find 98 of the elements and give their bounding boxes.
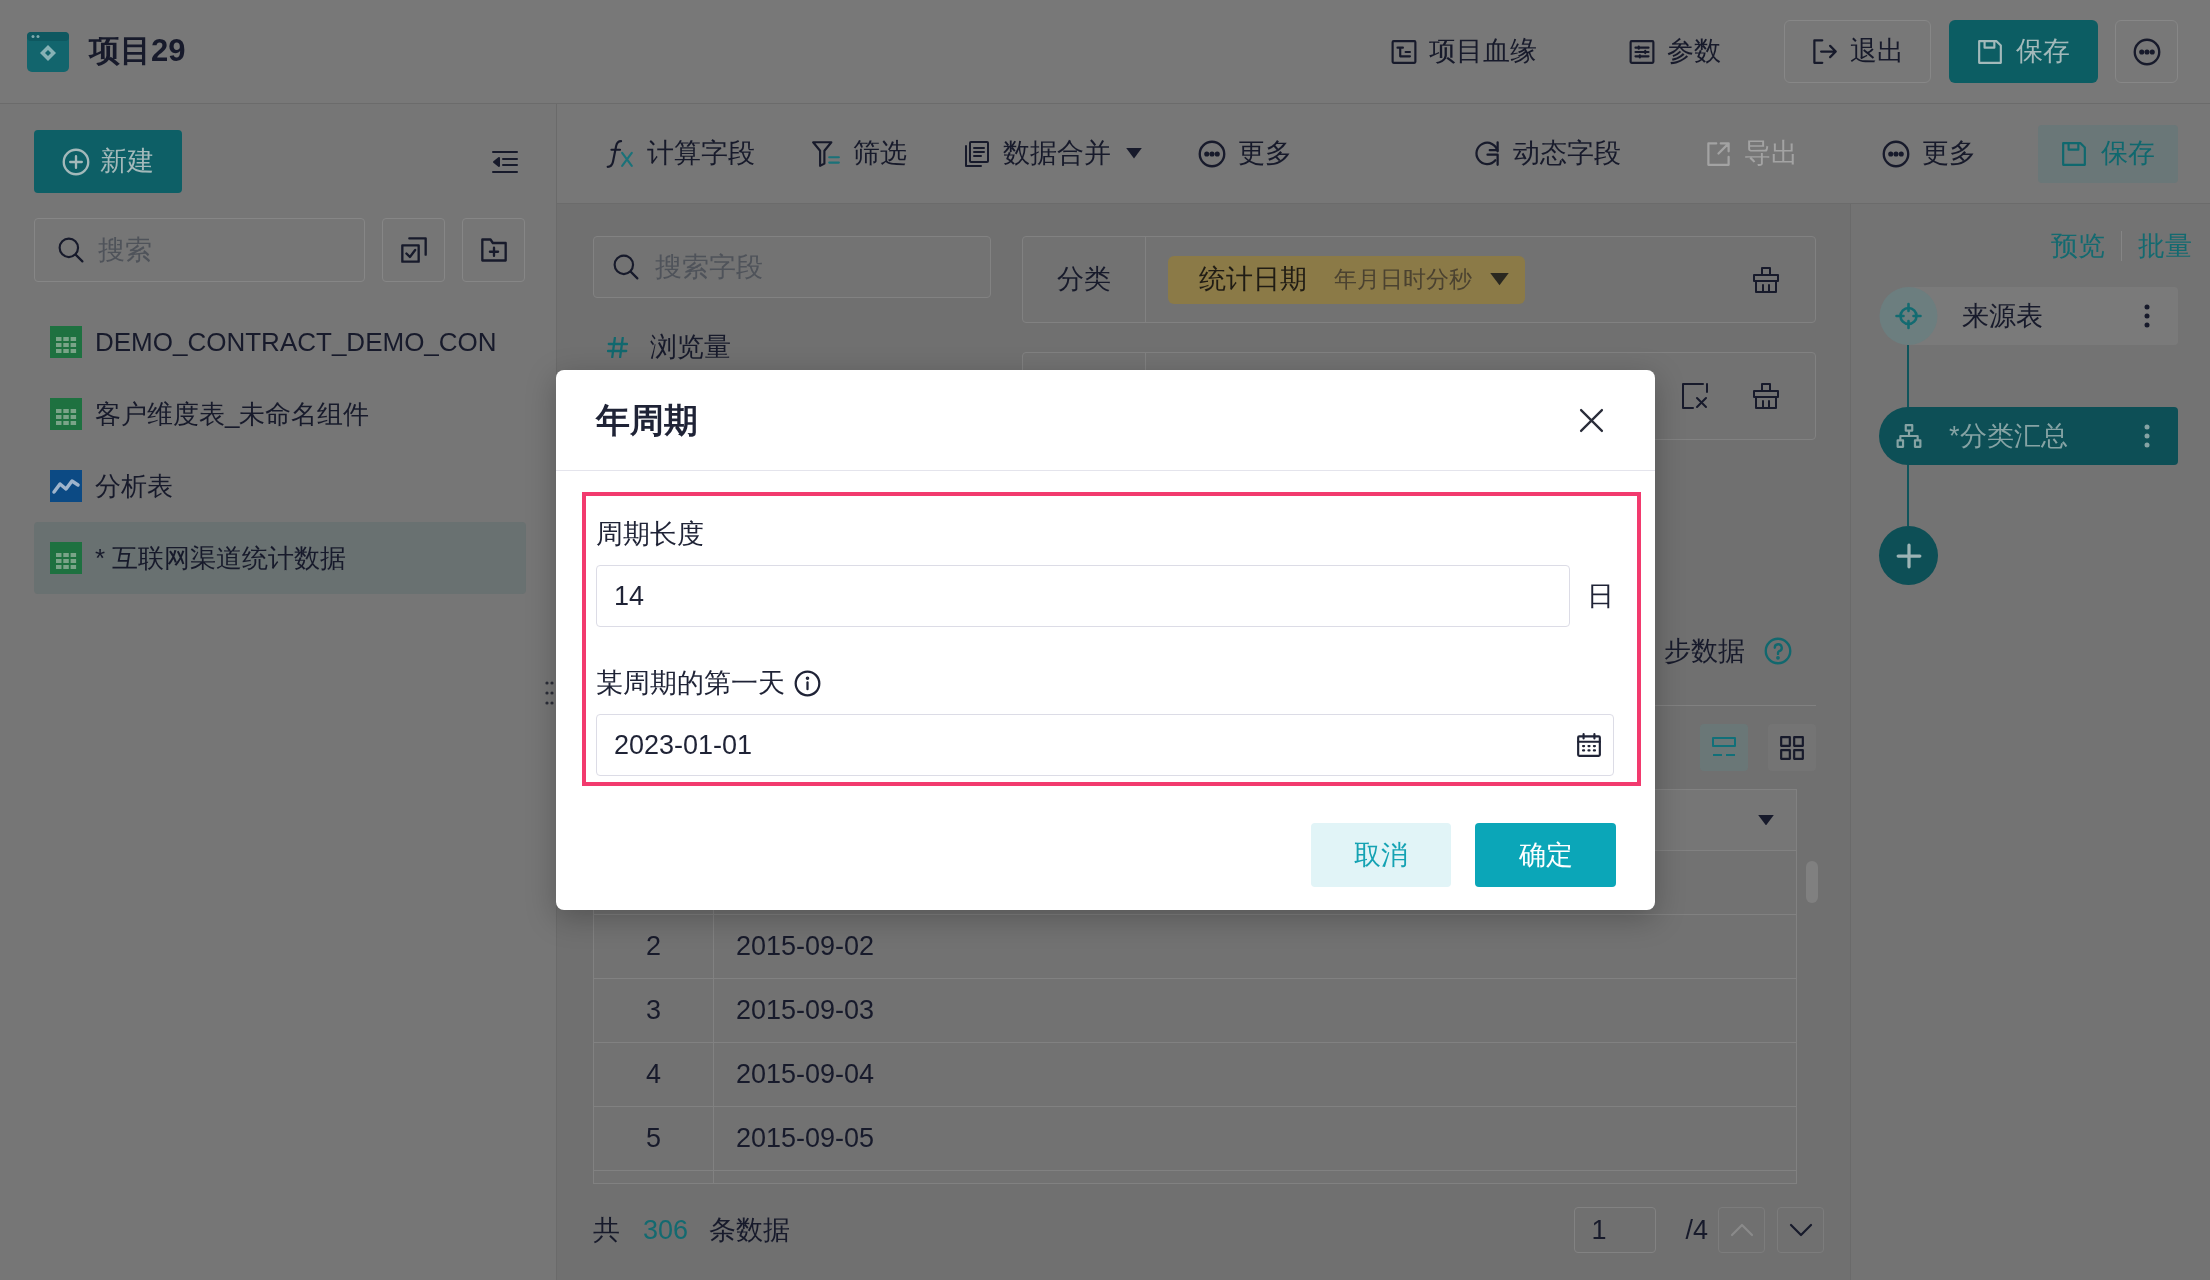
more-button[interactable]: 更多 <box>1198 133 1292 174</box>
table-icon <box>50 326 82 358</box>
document-icon <box>963 139 991 168</box>
caret-icon <box>1490 273 1509 286</box>
new-button[interactable]: 新建 <box>34 130 182 193</box>
dynamic-field-button[interactable]: 动态字段 <box>1474 133 1621 174</box>
table-cell: 5 <box>594 1107 714 1170</box>
checkbox-icon <box>399 236 428 264</box>
date-input[interactable]: 2023-01-01 <box>596 714 1614 776</box>
save-icon <box>1977 38 2003 65</box>
function-icon <box>605 138 635 169</box>
hash-icon <box>607 336 628 358</box>
page-input[interactable]: 1 <box>1574 1207 1657 1253</box>
field-label: 周期长度 <box>596 518 704 550</box>
tree-diagram-icon <box>1391 38 1417 65</box>
caret-icon <box>1758 814 1774 826</box>
flow-node[interactable]: 来源表 <box>1879 287 2178 345</box>
circular-arrow-icon <box>1474 140 1501 167</box>
caret-icon <box>1126 148 1142 159</box>
app-logo-icon <box>27 31 69 72</box>
more-button[interactable] <box>2115 20 2178 83</box>
connector-line <box>1907 345 1909 407</box>
table-cell: 4 <box>594 1043 714 1106</box>
parameters-button[interactable]: 参数 <box>1629 31 1721 72</box>
connector-line <box>1907 465 1909 526</box>
field-label: 某周期的第一天 <box>596 667 785 699</box>
more-icon <box>2132 37 2161 66</box>
brush-icon <box>1752 382 1780 410</box>
sidebar-item[interactable]: 客户维度表_未命名组件 <box>34 378 526 450</box>
sidebar-item[interactable]: * 互联网渠道统计数据 <box>34 522 526 594</box>
logout-icon <box>1811 38 1838 65</box>
save-icon <box>2061 140 2087 167</box>
save-button[interactable]: 保存 <box>1949 20 2098 83</box>
note-text: 步数据 <box>1664 634 1745 668</box>
table-cell-text: 2015-09-03 <box>735 994 876 1028</box>
page-count: /4 <box>1685 1213 1708 1247</box>
hierarchy-icon <box>1896 423 1922 449</box>
lineage-button[interactable]: 项目血缘 <box>1391 31 1537 72</box>
cancel-button[interactable]: 取消 <box>1311 823 1451 887</box>
field-tag[interactable]: 统计日期 年月日时分秒 <box>1168 255 1525 304</box>
next-page-button[interactable] <box>1777 1207 1824 1253</box>
box-x-icon <box>1681 382 1709 410</box>
count-prefix: 共 <box>593 1213 620 1247</box>
chevron-up-icon <box>1729 1223 1754 1237</box>
line-chart-icon <box>50 470 82 502</box>
add-folder-button[interactable] <box>462 218 525 282</box>
calculated-field-button[interactable]: 计算字段 <box>605 133 755 174</box>
sliders-icon <box>1629 38 1655 65</box>
flow-node[interactable]: *分类汇总 <box>1879 407 2178 465</box>
drag-handle-icon[interactable] <box>545 680 554 706</box>
tag-detail: 年月日时分秒 <box>1334 265 1472 295</box>
count-suffix: 条数据 <box>709 1213 791 1247</box>
filter-button[interactable]: 筛选 <box>811 133 907 174</box>
more-button[interactable]: 更多 <box>1882 133 1976 174</box>
table-cell-text: 2015-09-02 <box>735 930 876 964</box>
vertical-dots-icon[interactable] <box>2144 304 2150 328</box>
merge-data-button[interactable]: 数据合并 <box>963 133 1142 174</box>
crosshair-icon <box>1879 287 1938 345</box>
node-label: *分类汇总 <box>1949 419 2068 453</box>
search-icon <box>58 237 84 263</box>
more-icon <box>1198 139 1226 168</box>
table-icon <box>50 398 82 430</box>
search-icon <box>613 254 639 280</box>
brush-icon <box>1752 265 1780 294</box>
collapse-menu-icon[interactable] <box>491 149 519 174</box>
export-icon <box>1705 140 1732 167</box>
table-cell: 3 <box>594 979 714 1042</box>
sidebar-item[interactable]: DEMO_CONTRACT_DEMO_CON <box>34 306 526 378</box>
dialog-title: 年周期 <box>596 399 698 441</box>
grid-view-icon <box>1779 734 1805 761</box>
unit-label: 日 <box>1587 579 1614 613</box>
close-icon[interactable] <box>1579 407 1604 433</box>
confirm-button[interactable]: 确定 <box>1475 823 1616 887</box>
table-cell: 2 <box>594 915 714 978</box>
more-icon <box>1882 139 1910 168</box>
plus-circle-icon <box>62 147 90 176</box>
row-label: 分类 <box>1057 263 1111 297</box>
exit-button[interactable]: 退出 <box>1784 20 1931 83</box>
plus-icon <box>1895 542 1922 569</box>
node-label: 来源表 <box>1962 299 2043 333</box>
help-icon <box>1764 637 1792 665</box>
view-toggle-button[interactable] <box>1768 724 1816 771</box>
table-cell-text: 2015-09-05 <box>735 1122 876 1156</box>
record-count: 306 <box>643 1213 689 1247</box>
calendar-icon <box>1576 732 1602 758</box>
chevron-down-icon <box>1788 1223 1813 1237</box>
funnel-icon <box>811 138 841 169</box>
folder-plus-icon <box>479 236 508 264</box>
table-cell-text: 2015-09-04 <box>735 1058 876 1092</box>
batch-select-button[interactable] <box>382 218 445 282</box>
vertical-dots-icon[interactable] <box>2144 424 2150 448</box>
sidebar-item[interactable]: 分析表 <box>34 450 526 522</box>
view-toggle-button[interactable] <box>1700 724 1748 771</box>
project-title: 项目29 <box>89 32 186 71</box>
tag-label: 统计日期 <box>1199 263 1307 297</box>
table-icon <box>50 542 82 574</box>
field-item[interactable]: 浏览量 <box>593 325 991 369</box>
number-input[interactable]: 14 <box>596 565 1570 627</box>
